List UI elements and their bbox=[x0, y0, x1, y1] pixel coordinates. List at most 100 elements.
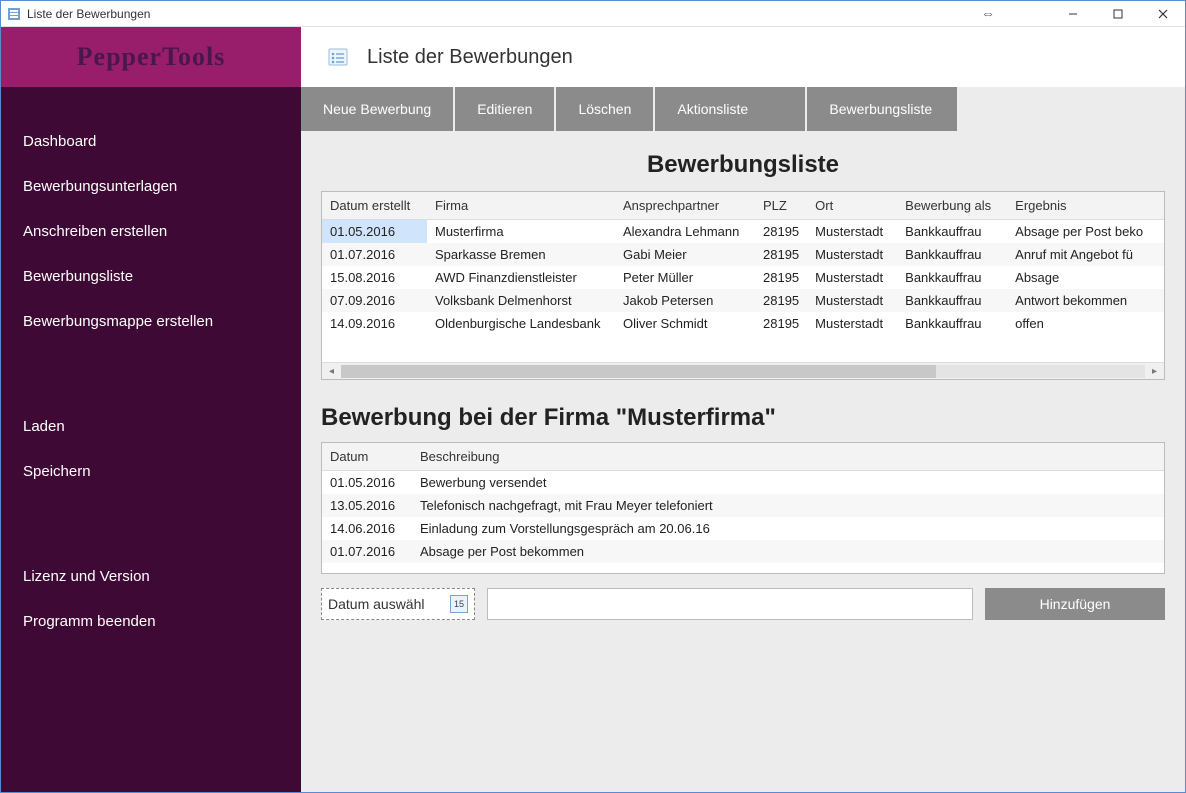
table-row[interactable]: 01.07.2016Absage per Post bekommen bbox=[322, 540, 1164, 563]
col-plz[interactable]: PLZ bbox=[755, 192, 807, 220]
cell[interactable]: Musterstadt bbox=[807, 312, 897, 335]
col-detail-beschreibung[interactable]: Beschreibung bbox=[412, 443, 1164, 471]
col-ort[interactable]: Ort bbox=[807, 192, 897, 220]
actions-grid[interactable]: Datum Beschreibung 01.05.2016Bewerbung v… bbox=[321, 442, 1165, 574]
cell[interactable]: Telefonisch nachgefragt, mit Frau Meyer … bbox=[412, 494, 1164, 517]
cell[interactable]: Musterstadt bbox=[807, 220, 897, 244]
table-row[interactable]: 01.05.2016MusterfirmaAlexandra Lehmann28… bbox=[322, 220, 1164, 244]
close-button[interactable] bbox=[1140, 1, 1185, 27]
cell[interactable]: 01.07.2016 bbox=[322, 540, 412, 563]
cell[interactable]: 01.05.2016 bbox=[322, 220, 427, 244]
add-action-row: Datum auswähl 15 Hinzufügen bbox=[321, 588, 1165, 620]
table-row[interactable]: 14.06.2016Einladung zum Vorstellungsgesp… bbox=[322, 517, 1164, 540]
cell[interactable]: Musterstadt bbox=[807, 266, 897, 289]
horizontal-scrollbar[interactable]: ◂ ▸ bbox=[322, 362, 1164, 379]
cell[interactable]: Musterstadt bbox=[807, 289, 897, 312]
cell[interactable]: Bankkauffrau bbox=[897, 220, 1007, 244]
cell[interactable]: 01.07.2016 bbox=[322, 243, 427, 266]
scroll-right-icon[interactable]: ▸ bbox=[1147, 364, 1162, 379]
cell[interactable]: Antwort bekommen bbox=[1007, 289, 1164, 312]
toolbar-aktionsliste[interactable]: Aktionsliste bbox=[655, 87, 805, 131]
table-row[interactable]: 01.07.2016Sparkasse BremenGabi Meier2819… bbox=[322, 243, 1164, 266]
cell[interactable]: Anruf mit Angebot fü bbox=[1007, 243, 1164, 266]
cell[interactable]: 07.09.2016 bbox=[322, 289, 427, 312]
col-detail-datum[interactable]: Datum bbox=[322, 443, 412, 471]
sidebar-item-bewerbungsmappe-erstellen[interactable]: Bewerbungsmappe erstellen bbox=[1, 299, 301, 344]
cell[interactable]: 28195 bbox=[755, 266, 807, 289]
sidebar-item-bewerbungsliste[interactable]: Bewerbungsliste bbox=[1, 254, 301, 299]
table-row[interactable]: 01.05.2016Bewerbung versendet bbox=[322, 471, 1164, 495]
col-firma[interactable]: Firma bbox=[427, 192, 615, 220]
minimize-button[interactable] bbox=[1050, 1, 1095, 27]
cell[interactable]: Alexandra Lehmann bbox=[615, 220, 755, 244]
applications-grid[interactable]: Datum erstellt Firma Ansprechpartner PLZ… bbox=[321, 191, 1165, 380]
scroll-thumb[interactable] bbox=[341, 365, 936, 378]
window-controls bbox=[1050, 1, 1185, 27]
table-row[interactable]: 13.05.2016Telefonisch nachgefragt, mit F… bbox=[322, 494, 1164, 517]
cell[interactable]: Musterfirma bbox=[427, 220, 615, 244]
cell[interactable]: Bankkauffrau bbox=[897, 266, 1007, 289]
col-datum[interactable]: Datum erstellt bbox=[322, 192, 427, 220]
resize-icon: ⇔ bbox=[981, 5, 995, 21]
cell[interactable]: AWD Finanzdienstleister bbox=[427, 266, 615, 289]
col-ansprechpartner[interactable]: Ansprechpartner bbox=[615, 192, 755, 220]
cell[interactable]: Einladung zum Vorstellungsgespräch am 20… bbox=[412, 517, 1164, 540]
description-input[interactable] bbox=[487, 588, 973, 620]
toolbar-loeschen[interactable]: Löschen bbox=[556, 87, 653, 131]
cell[interactable]: Jakob Petersen bbox=[615, 289, 755, 312]
cell[interactable]: Bankkauffrau bbox=[897, 312, 1007, 335]
cell[interactable]: Bankkauffrau bbox=[897, 243, 1007, 266]
toolbar-neue-bewerbung[interactable]: Neue Bewerbung bbox=[301, 87, 453, 131]
col-bewerbung-als[interactable]: Bewerbung als bbox=[897, 192, 1007, 220]
toolbar-bewerbungsliste[interactable]: Bewerbungsliste bbox=[807, 87, 957, 131]
cell[interactable]: Musterstadt bbox=[807, 243, 897, 266]
cell[interactable]: 14.06.2016 bbox=[322, 517, 412, 540]
cell[interactable]: Absage per Post bekommen bbox=[412, 540, 1164, 563]
cell[interactable]: 01.05.2016 bbox=[322, 471, 412, 495]
cell[interactable]: Oliver Schmidt bbox=[615, 312, 755, 335]
sidebar-item-bewerbungsunterlagen[interactable]: Bewerbungsunterlagen bbox=[1, 164, 301, 209]
sidebar-item-anschreiben-erstellen[interactable]: Anschreiben erstellen bbox=[1, 209, 301, 254]
sidebar-item-laden[interactable]: Laden bbox=[1, 404, 301, 449]
table-row[interactable]: 15.08.2016AWD FinanzdienstleisterPeter M… bbox=[322, 266, 1164, 289]
page-title: Liste der Bewerbungen bbox=[367, 46, 573, 69]
cell[interactable]: Volksbank Delmenhorst bbox=[427, 289, 615, 312]
app-body: PepperTools Dashboard Bewerbungsunterlag… bbox=[1, 27, 1185, 792]
table-header-row: Datum Beschreibung bbox=[322, 443, 1164, 471]
cell[interactable]: 14.09.2016 bbox=[322, 312, 427, 335]
table-row[interactable]: 07.09.2016Volksbank DelmenhorstJakob Pet… bbox=[322, 289, 1164, 312]
sidebar: PepperTools Dashboard Bewerbungsunterlag… bbox=[1, 27, 301, 792]
cell[interactable]: 28195 bbox=[755, 220, 807, 244]
cell[interactable]: 15.08.2016 bbox=[322, 266, 427, 289]
add-button[interactable]: Hinzufügen bbox=[985, 588, 1165, 620]
cell[interactable]: Bewerbung versendet bbox=[412, 471, 1164, 495]
col-ergebnis[interactable]: Ergebnis bbox=[1007, 192, 1164, 220]
toolbar-editieren[interactable]: Editieren bbox=[455, 87, 554, 131]
table-row[interactable]: 14.09.2016Oldenburgische LandesbankOlive… bbox=[322, 312, 1164, 335]
cell[interactable]: Absage bbox=[1007, 266, 1164, 289]
scroll-left-icon[interactable]: ◂ bbox=[324, 364, 339, 379]
maximize-button[interactable] bbox=[1095, 1, 1140, 27]
cell[interactable]: Peter Müller bbox=[615, 266, 755, 289]
cell[interactable]: Absage per Post beko bbox=[1007, 220, 1164, 244]
cell[interactable]: Bankkauffrau bbox=[897, 289, 1007, 312]
sidebar-item-speichern[interactable]: Speichern bbox=[1, 449, 301, 494]
cell[interactable]: 13.05.2016 bbox=[322, 494, 412, 517]
cell[interactable]: 28195 bbox=[755, 289, 807, 312]
sidebar-item-lizenz[interactable]: Lizenz und Version bbox=[1, 554, 301, 599]
cell[interactable]: Sparkasse Bremen bbox=[427, 243, 615, 266]
main-area: Liste der Bewerbungen Neue Bewerbung Edi… bbox=[301, 27, 1185, 792]
sidebar-item-beenden[interactable]: Programm beenden bbox=[1, 599, 301, 644]
cell[interactable]: 28195 bbox=[755, 312, 807, 335]
cell[interactable]: Gabi Meier bbox=[615, 243, 755, 266]
date-picker-placeholder: Datum auswähl bbox=[328, 596, 425, 612]
sidebar-item-dashboard[interactable]: Dashboard bbox=[1, 119, 301, 164]
cell[interactable]: offen bbox=[1007, 312, 1164, 335]
cell[interactable]: Oldenburgische Landesbank bbox=[427, 312, 615, 335]
brand-logo: PepperTools bbox=[1, 27, 301, 87]
date-picker[interactable]: Datum auswähl 15 bbox=[321, 588, 475, 620]
scroll-track[interactable] bbox=[341, 365, 1145, 378]
table-header-row: Datum erstellt Firma Ansprechpartner PLZ… bbox=[322, 192, 1164, 220]
cell[interactable]: 28195 bbox=[755, 243, 807, 266]
calendar-icon[interactable]: 15 bbox=[450, 595, 468, 613]
